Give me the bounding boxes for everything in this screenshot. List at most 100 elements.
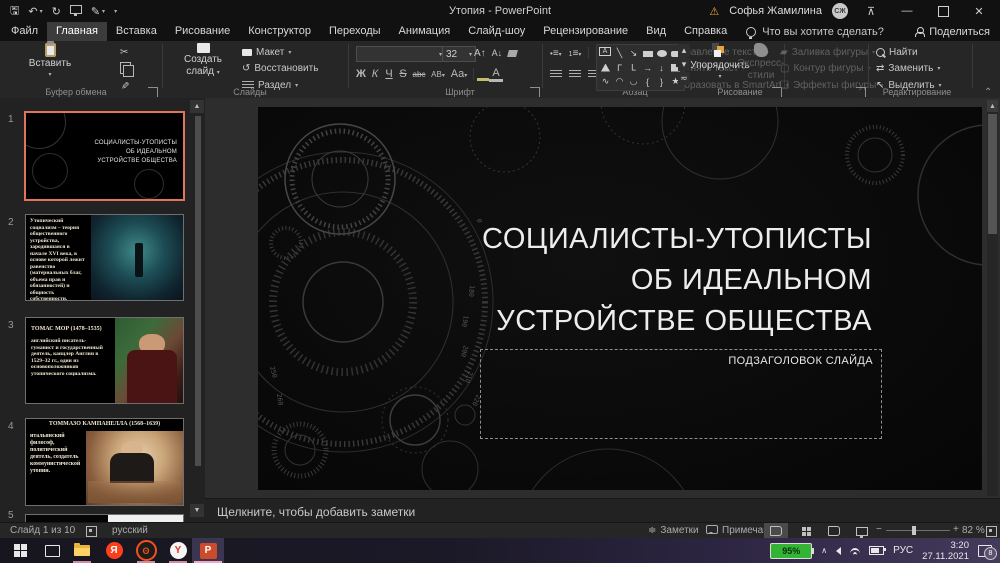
shape-triangle-icon[interactable]	[599, 61, 612, 74]
undo-button[interactable]: ↶▾	[28, 5, 42, 18]
shape-arrow-right-icon[interactable]: →	[641, 61, 654, 74]
cut-button[interactable]: ✂	[120, 45, 128, 59]
battery-icon[interactable]	[869, 546, 884, 555]
notes-toggle[interactable]: ≑Заметки	[648, 525, 699, 536]
zoom-out-button[interactable]: −	[876, 524, 882, 535]
slide-thumbnail-4[interactable]: ТОММАЗО КАМПАНЕЛЛА (1568–1639) итальянск…	[25, 418, 184, 506]
account-name[interactable]: Софья Жамилина	[729, 5, 822, 17]
thumbnail-scroll-down-icon[interactable]: ▼	[190, 504, 204, 517]
tab-review[interactable]: Рецензирование	[534, 22, 637, 41]
yandex-app-button[interactable]: Я	[98, 538, 130, 563]
shape-outline-button[interactable]: ▢Контур фигуры▾	[780, 61, 870, 75]
character-spacing-button[interactable]: АВ▾	[428, 70, 448, 79]
language-indicator[interactable]: русский	[112, 525, 148, 536]
customize-qat-icon[interactable]: ▾	[114, 8, 117, 15]
tab-file[interactable]: Файл	[2, 22, 47, 41]
battery-widget[interactable]: 95%	[770, 543, 812, 559]
layout-button[interactable]: Макет▾	[242, 45, 291, 59]
save-icon[interactable]: 🖫	[10, 2, 19, 21]
gallery-down-icon[interactable]: ▾	[678, 58, 690, 71]
file-explorer-button[interactable]	[66, 538, 98, 563]
copy-button[interactable]	[120, 61, 131, 75]
slide-thumbnail-2[interactable]: Утопический социализм – теория обществен…	[25, 214, 184, 301]
tab-transitions[interactable]: Переходы	[320, 22, 390, 41]
zoom-slider[interactable]	[886, 530, 950, 531]
zoom-in-button[interactable]: +	[953, 524, 959, 535]
clear-formatting-icon[interactable]	[507, 50, 518, 57]
action-center-icon[interactable]: 8	[978, 545, 992, 557]
shapes-gallery[interactable]: A ╲ ↘ Г Г → ↓ ∿ ◠ ◡ { } ★	[596, 44, 685, 91]
shape-oval-icon[interactable]	[655, 47, 668, 60]
reading-view-button[interactable]	[822, 523, 846, 539]
slideshow-view-button[interactable]	[850, 523, 874, 539]
normal-view-button[interactable]	[764, 523, 788, 539]
align-center-icon[interactable]	[569, 70, 581, 79]
canvas-scrollbar[interactable]: ▲	[987, 100, 998, 496]
slide-thumbnail-1[interactable]: СОЦИАЛИСТЫ-УТОПИСТЫ ОБ ИДЕАЛЬНОМ УСТРОЙС…	[24, 111, 185, 201]
subtitle-placeholder[interactable]: ПОДЗАГОЛОВОК СЛАЙДА	[480, 349, 882, 439]
keyboard-language[interactable]: РУС	[893, 545, 913, 556]
close-button[interactable]: ✕	[966, 0, 992, 22]
start-button[interactable]	[4, 538, 36, 563]
slide-sorter-view-button[interactable]	[794, 523, 818, 539]
minimize-button[interactable]: —	[894, 0, 920, 22]
align-left-icon[interactable]	[550, 70, 562, 79]
shape-scribble-icon[interactable]: ∿	[599, 75, 612, 88]
clock[interactable]: 3:20 27.11.2021	[922, 540, 969, 562]
font-color-button[interactable]: А	[489, 67, 503, 82]
slide-canvas[interactable]: 0 180 190 200 210 220 250 260 СОЦИАЛИСТЫ…	[258, 107, 982, 490]
reset-button[interactable]: ↺Восстановить	[242, 61, 318, 75]
yandex-browser-button[interactable]: Y	[162, 538, 194, 563]
notes-pane[interactable]: Щелкните, чтобы добавить заметки	[205, 498, 1000, 523]
strikethrough-abc-icon[interactable]: abc	[410, 70, 428, 79]
task-view-button[interactable]	[36, 538, 68, 563]
underline-button[interactable]: Ч	[382, 68, 396, 80]
font-size-combobox[interactable]: 32▾	[442, 46, 476, 62]
shape-line-icon[interactable]: ╲	[613, 47, 626, 60]
tab-design[interactable]: Конструктор	[239, 22, 320, 41]
shape-fill-button[interactable]: ▰Заливка фигуры▾	[780, 45, 875, 59]
shape-textbox-icon[interactable]: A	[599, 47, 611, 56]
italic-button[interactable]: К	[368, 68, 382, 80]
font-grow-shrink[interactable]: А↑А↓	[474, 46, 517, 60]
canvas-scroll-up-icon[interactable]: ▲	[987, 100, 998, 112]
wifi-icon[interactable]	[850, 548, 860, 560]
quick-styles-button[interactable]: Экспресс-стили	[738, 43, 784, 81]
tab-help[interactable]: Справка	[675, 22, 736, 41]
redo-icon[interactable]: ↻	[52, 5, 61, 18]
strikethrough-button[interactable]: S	[396, 68, 410, 80]
notes-placeholder[interactable]: Щелкните, чтобы добавить заметки	[217, 505, 415, 519]
font-dialog-launcher[interactable]	[530, 87, 540, 97]
drawing-dialog-launcher[interactable]	[856, 87, 866, 97]
tab-slideshow[interactable]: Слайд-шоу	[459, 22, 534, 41]
replace-button[interactable]: ⇄Заменить▾	[876, 61, 940, 75]
shape-elbow-connector-icon[interactable]: Г	[613, 61, 626, 74]
grow-font-icon[interactable]: А↑	[474, 48, 486, 59]
thumbnail-scrollbar[interactable]	[194, 98, 202, 522]
shape-curve-icon[interactable]: ◡	[627, 75, 640, 88]
numbering-button[interactable]: 1≡▾	[569, 48, 582, 59]
slide-thumbnail-3[interactable]: ТОМАС МОР (1478–1535) английский писател…	[25, 317, 184, 404]
thumbnail-scroll-up-icon[interactable]: ▲	[190, 100, 204, 113]
bold-button[interactable]: Ж	[354, 68, 368, 80]
zoom-slider-thumb[interactable]	[912, 526, 916, 535]
shapes-gallery-scroll[interactable]: ▴ ▾ ≂	[678, 44, 690, 85]
paste-button[interactable]: Вставить▾	[18, 43, 82, 81]
ribbon-display-options-icon[interactable]: ⊼	[858, 0, 884, 22]
font-name-combobox[interactable]: ▾	[356, 46, 446, 62]
slide-title[interactable]: СОЦИАЛИСТЫ-УТОПИСТЫ ОБ ИДЕАЛЬНОМ УСТРОЙС…	[312, 219, 872, 342]
tab-view[interactable]: Вид	[637, 22, 675, 41]
zoom-level[interactable]: 82 %	[962, 525, 985, 536]
tab-home[interactable]: Главная	[47, 22, 107, 41]
origin-app-button[interactable]: ʘ	[130, 538, 162, 563]
shape-rectangle-icon[interactable]	[641, 47, 654, 60]
thumbnail-scrollbar-thumb[interactable]	[195, 116, 201, 466]
new-slide-button[interactable]: Создать слайд ▾	[172, 43, 234, 79]
change-case-button[interactable]: Аа▾	[448, 68, 470, 80]
shape-left-brace-icon[interactable]: {	[641, 75, 654, 88]
tell-me-box[interactable]: Что вы хотите сделать?	[746, 26, 884, 38]
gallery-more-icon[interactable]: ≂	[678, 72, 690, 85]
avatar[interactable]: СЖ	[832, 3, 848, 19]
powerpoint-taskbar-button[interactable]: P	[192, 538, 224, 563]
find-button[interactable]: Найти	[876, 45, 918, 59]
